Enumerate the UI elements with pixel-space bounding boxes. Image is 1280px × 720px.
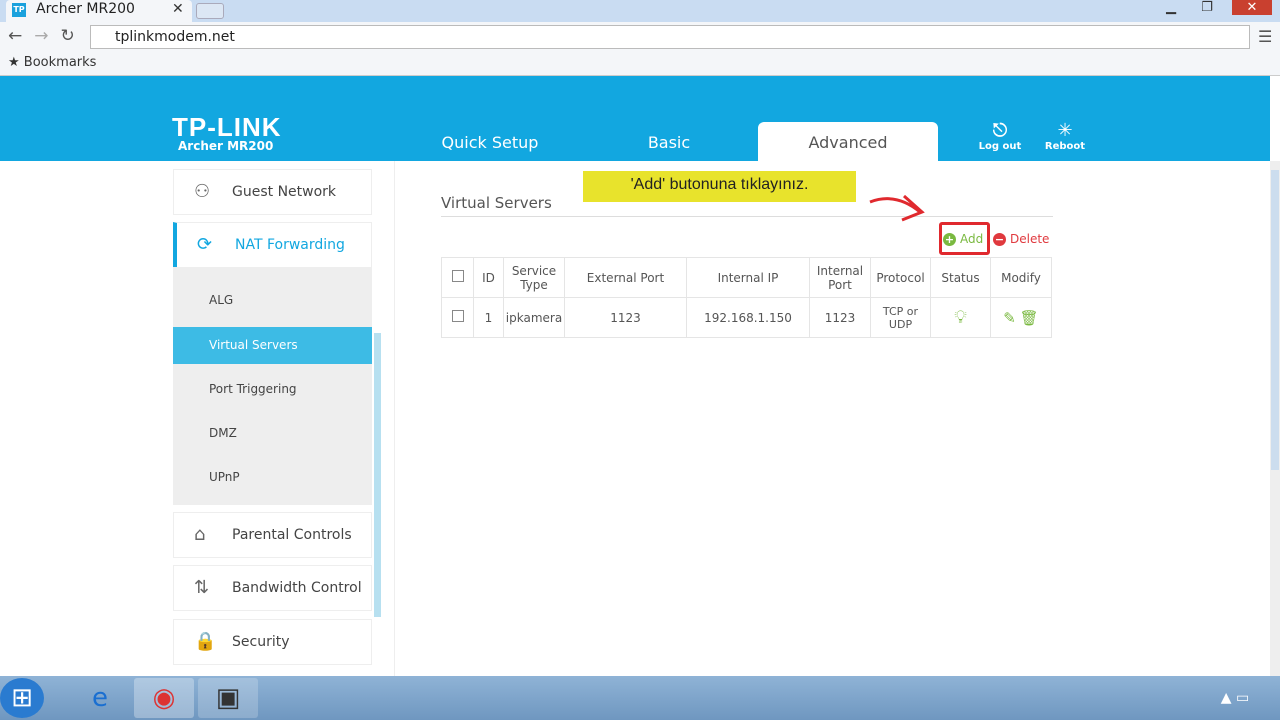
col-internal-port: Internal Port — [809, 257, 871, 298]
cell-external-port: 1123 — [564, 297, 687, 338]
sidebar-item-bandwidth-control[interactable]: ⇅ Bandwidth Control — [173, 565, 372, 611]
reboot-icon: ✳ — [1057, 120, 1073, 141]
label: Guest Network — [232, 184, 337, 200]
col-service-type: Service Type — [503, 257, 565, 298]
star-icon: ★ — [8, 55, 20, 70]
cell-internal-port: 1123 — [809, 297, 871, 338]
tab-basic[interactable]: Basic — [579, 122, 759, 161]
label: Parental Controls — [232, 527, 352, 543]
trash-icon[interactable]: 🗑︎ — [1020, 309, 1039, 327]
sidebar-item-parental-controls[interactable]: ⌂ Parental Controls — [173, 512, 372, 558]
lock-icon: 🔒 — [194, 631, 217, 652]
submenu: ALG Virtual Servers Port Triggering DMZ … — [173, 267, 372, 505]
sidebar: ⚇ Guest Network ⟳ NAT Forwarding ALG Virtu… — [173, 161, 372, 671]
edit-icon[interactable]: ✎ — [1003, 309, 1016, 327]
start-button[interactable]: ⊞ — [0, 678, 44, 718]
window-controls: ▁ ❐ ✕ — [1160, 0, 1272, 15]
scrollbar-thumb[interactable] — [1271, 170, 1279, 470]
minimize-icon[interactable]: ▁ — [1160, 0, 1182, 15]
recorder-icon[interactable]: ▣ — [198, 678, 258, 718]
bookmarks-label[interactable]: Bookmarks — [24, 55, 97, 70]
label: Bandwidth Control — [232, 580, 362, 596]
submenu-alg[interactable]: ALG — [173, 282, 372, 319]
main-panel — [394, 161, 1270, 676]
favicon-icon: TP — [12, 3, 26, 17]
cell-protocol: TCP or UDP — [870, 297, 931, 338]
divider — [441, 216, 1053, 217]
address-bar[interactable]: tplinkmodem.net — [90, 25, 1250, 49]
ie-icon[interactable]: e — [70, 678, 130, 718]
nat-icon: ⟳ — [197, 234, 213, 255]
table-header: ID Service Type External Port Internal I… — [441, 257, 1052, 298]
close-tab-icon[interactable]: ✕ — [172, 1, 184, 17]
col-status: Status — [930, 257, 991, 298]
delete-label: Delete — [1010, 232, 1050, 246]
menu-icon[interactable]: ☰ — [1258, 27, 1272, 46]
highlight-box — [939, 222, 990, 255]
chrome-icon[interactable]: ◉ — [134, 678, 194, 718]
tab-title: Archer MR200 — [36, 1, 135, 17]
logout-button[interactable]: ⎋ Log out — [975, 120, 1025, 152]
maximize-icon[interactable]: ❐ — [1196, 0, 1218, 15]
cell-service: ipkamera — [503, 297, 565, 338]
sidebar-item-security[interactable]: 🔒 Security — [173, 619, 372, 665]
delete-button[interactable]: − Delete — [993, 232, 1049, 246]
row-checkbox[interactable] — [451, 310, 464, 322]
tray-icons[interactable]: ▲ ▭ — [1205, 678, 1265, 718]
logout-icon: ⎋ — [992, 120, 1008, 141]
close-window-icon[interactable]: ✕ — [1232, 0, 1272, 15]
forward-icon[interactable]: → — [34, 26, 48, 46]
tab-strip — [0, 0, 1280, 22]
reboot-label: Reboot — [1044, 141, 1086, 152]
submenu-port-triggering[interactable]: Port Triggering — [173, 371, 372, 408]
col-internal-ip: Internal IP — [686, 257, 810, 298]
cell-internal-ip: 192.168.1.150 — [686, 297, 810, 338]
tab-advanced[interactable]: Advanced — [758, 122, 938, 161]
page-title: Virtual Servers — [441, 194, 552, 212]
submenu-virtual-servers[interactable]: Virtual Servers — [173, 327, 372, 364]
reboot-button[interactable]: ✳ Reboot — [1040, 120, 1090, 152]
col-external-port: External Port — [564, 257, 687, 298]
annotation-arrow-icon — [869, 194, 925, 222]
status-bulb-icon[interactable]: 💡︎ — [954, 307, 967, 328]
label: Security — [232, 634, 290, 650]
bookmarks-bar: ★ Bookmarks — [0, 52, 1280, 76]
guest-icon: ⚇ — [194, 181, 211, 202]
cell-id: 1 — [473, 297, 504, 338]
minus-icon: − — [993, 233, 1006, 246]
tab-quick-setup[interactable]: Quick Setup — [400, 122, 580, 161]
parental-icon: ⌂ — [194, 524, 206, 545]
new-tab-button[interactable] — [196, 3, 224, 19]
table-row: 1 ipkamera 1123 192.168.1.150 1123 TCP o… — [441, 297, 1052, 338]
sidebar-item-nat-forwarding[interactable]: ⟳ NAT Forwarding — [173, 222, 372, 268]
annotation-banner: 'Add' butonuna tıklayınız. — [583, 171, 856, 202]
virtual-servers-table: ID Service Type External Port Internal I… — [441, 257, 1052, 338]
col-modify: Modify — [990, 257, 1052, 298]
select-all-checkbox[interactable] — [451, 270, 464, 282]
logout-label: Log out — [978, 141, 1022, 152]
nav-buttons: ← → ↻ — [8, 26, 75, 46]
taskbar: ⊞ e ◉ ▣ ▲ ▭ — [0, 676, 1280, 720]
submenu-upnp[interactable]: UPnP — [173, 459, 372, 496]
sidebar-scrollbar[interactable] — [374, 333, 381, 617]
model-name: Archer MR200 — [178, 139, 274, 153]
browser-tab[interactable]: Archer MR200 — [6, 0, 192, 22]
reload-icon[interactable]: ↻ — [61, 26, 75, 46]
label: NAT Forwarding — [235, 237, 345, 253]
col-id: ID — [473, 257, 504, 298]
bandwidth-icon: ⇅ — [194, 577, 210, 598]
sidebar-item-guest-network[interactable]: ⚇ Guest Network — [173, 169, 372, 215]
col-protocol: Protocol — [870, 257, 931, 298]
back-icon[interactable]: ← — [8, 26, 22, 46]
submenu-dmz[interactable]: DMZ — [173, 415, 372, 452]
